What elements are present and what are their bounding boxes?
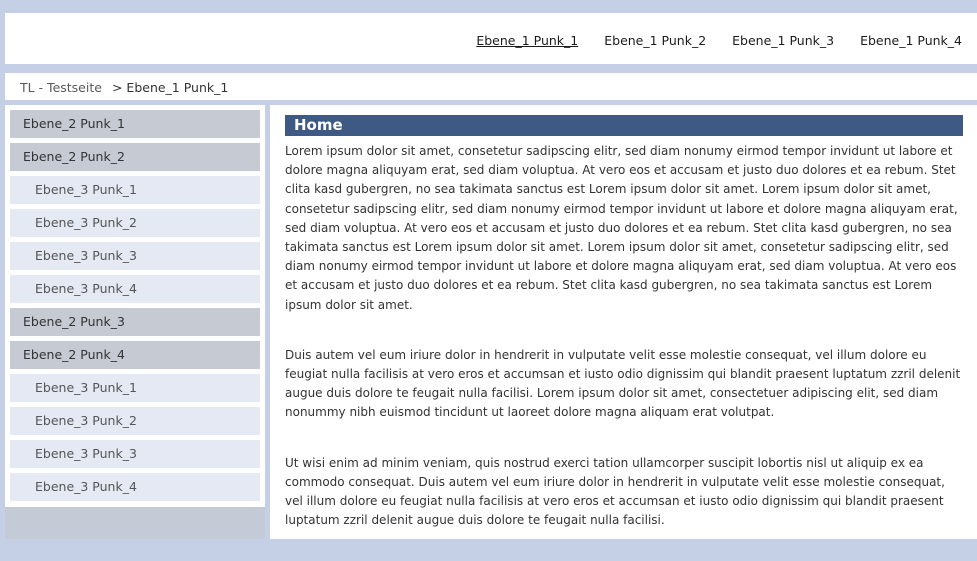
top-navigation: Ebene_1 Punk_1 Ebene_1 Punk_2 Ebene_1 Pu… [476,33,962,48]
sidebar-subitem-ebene3-punk3[interactable]: Ebene_3 Punk_3 [10,440,260,468]
sidebar-item-ebene2-punk3[interactable]: Ebene_2 Punk_3 [10,308,260,336]
sidebar-footer [5,507,265,539]
breadcrumb-root-link[interactable]: TL - Testseite [20,80,102,95]
sidebar-subitem-ebene3-punk1[interactable]: Ebene_3 Punk_1 [10,176,260,204]
sidebar-subitem-ebene3-punk4[interactable]: Ebene_3 Punk_4 [10,275,260,303]
page-title: Home [285,115,963,136]
breadcrumb: TL - Testseite > Ebene_1 Punk_1 [20,80,228,95]
main-content: Home Lorem ipsum dolor sit amet, consete… [270,105,977,539]
article-body: Lorem ipsum dolor sit amet, consetetur s… [285,142,965,561]
nav-item-ebene1-punk2[interactable]: Ebene_1 Punk_2 [604,33,706,48]
sidebar-item-ebene2-punk1[interactable]: Ebene_2 Punk_1 [10,110,260,138]
sidebar-menu: Ebene_2 Punk_1 Ebene_2 Punk_2 Ebene_3 Pu… [10,110,260,506]
nav-item-ebene1-punk3[interactable]: Ebene_1 Punk_3 [732,33,834,48]
sidebar-subitem-ebene3-punk3[interactable]: Ebene_3 Punk_3 [10,242,260,270]
sidebar-subitem-ebene3-punk2[interactable]: Ebene_3 Punk_2 [10,209,260,237]
breadcrumb-separator: > [111,80,123,95]
sidebar-subitem-ebene3-punk4[interactable]: Ebene_3 Punk_4 [10,473,260,501]
sidebar-item-ebene2-punk4[interactable]: Ebene_2 Punk_4 [10,341,260,369]
paragraph: Ut wisi enim ad minim veniam, quis nostr… [285,455,945,528]
sidebar: Ebene_2 Punk_1 Ebene_2 Punk_2 Ebene_3 Pu… [5,105,265,507]
breadcrumb-current: Ebene_1 Punk_1 [126,80,229,95]
sidebar-subitem-ebene3-punk1[interactable]: Ebene_3 Punk_1 [10,374,260,402]
nav-item-ebene1-punk4[interactable]: Ebene_1 Punk_4 [860,33,962,48]
paragraph: Duis autem vel eum iriure dolor in hendr… [285,347,961,420]
nav-item-ebene1-punk1[interactable]: Ebene_1 Punk_1 [476,33,578,48]
sidebar-subitem-ebene3-punk2[interactable]: Ebene_3 Punk_2 [10,407,260,435]
breadcrumb-bar: TL - Testseite > Ebene_1 Punk_1 [5,73,977,100]
header-bar: Ebene_1 Punk_1 Ebene_1 Punk_2 Ebene_1 Pu… [5,13,977,64]
sidebar-item-ebene2-punk2[interactable]: Ebene_2 Punk_2 [10,143,260,171]
paragraph: Lorem ipsum dolor sit amet, consetetur s… [285,144,958,312]
